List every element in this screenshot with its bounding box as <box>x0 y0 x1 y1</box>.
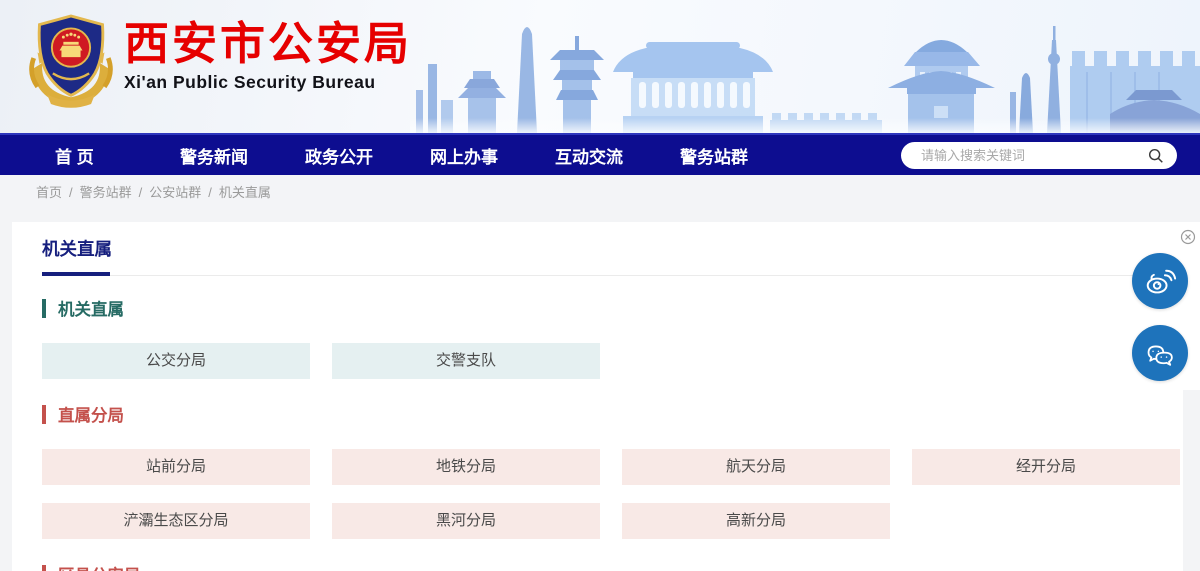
nav-item-3[interactable]: 网上办事 <box>430 143 555 168</box>
police-badge-logo <box>28 9 114 111</box>
page-title: 机关直属 <box>42 236 1183 261</box>
section-accent-bar <box>42 299 46 318</box>
title-active-bar <box>42 272 110 276</box>
unit-link-1-0[interactable]: 站前分局 <box>42 449 310 485</box>
section-2: 区县公安局 <box>12 562 1183 571</box>
weibo-icon <box>1142 263 1178 299</box>
content-card: 机关直属 机关直属公交分局交警支队直属分局站前分局地铁分局航天分局经开分局浐灞生… <box>12 222 1183 571</box>
page-root: 西安市公安局 Xi'an Public Security Bureau 首 页警… <box>0 0 1200 571</box>
search-icon[interactable] <box>1147 147 1165 165</box>
unit-link-0-1[interactable]: 交警支队 <box>332 343 600 379</box>
nav-item-1[interactable]: 警务新闻 <box>180 143 305 168</box>
section-grid: 站前分局地铁分局航天分局经开分局浐灞生态区分局黑河分局高新分局 <box>42 449 1183 539</box>
brand-text: 西安市公安局 Xi'an Public Security Bureau <box>124 9 412 93</box>
brand-block: 西安市公安局 Xi'an Public Security Bureau <box>28 9 412 111</box>
search-box[interactable] <box>901 142 1177 169</box>
search-input[interactable] <box>921 148 1147 163</box>
section-1: 直属分局站前分局地铁分局航天分局经开分局浐灞生态区分局黑河分局高新分局 <box>12 402 1183 539</box>
breadcrumb-item-2[interactable]: 公安站群 <box>149 185 201 200</box>
breadcrumb-item-1[interactable]: 警务站群 <box>80 185 132 200</box>
nav-item-2[interactable]: 政务公开 <box>305 143 430 168</box>
sections-container: 机关直属公交分局交警支队直属分局站前分局地铁分局航天分局经开分局浐灞生态区分局黑… <box>12 296 1183 571</box>
section-grid: 公交分局交警支队 <box>42 343 1183 379</box>
wechat-icon <box>1142 335 1178 371</box>
unit-link-1-2[interactable]: 航天分局 <box>622 449 890 485</box>
unit-link-1-3[interactable]: 经开分局 <box>912 449 1180 485</box>
section-title: 区县公安局 <box>58 562 141 571</box>
breadcrumb-separator: / <box>69 185 73 200</box>
site-subtitle: Xi'an Public Security Bureau <box>124 72 412 93</box>
breadcrumb-item-3: 机关直属 <box>219 185 271 200</box>
nav-item-4[interactable]: 互动交流 <box>555 143 680 168</box>
nav-item-0[interactable]: 首 页 <box>55 143 180 168</box>
unit-link-1-6[interactable]: 高新分局 <box>622 503 890 539</box>
nav-item-5[interactable]: 警务站群 <box>680 143 805 168</box>
unit-link-0-0[interactable]: 公交分局 <box>42 343 310 379</box>
breadcrumb-separator: / <box>139 185 143 200</box>
close-icon[interactable] <box>1180 229 1196 245</box>
section-title: 机关直属 <box>58 296 124 320</box>
section-header: 直属分局 <box>42 402 1183 426</box>
main-nav-items: 首 页警务新闻政务公开网上办事互动交流警务站群 <box>55 143 805 168</box>
section-header: 区县公安局 <box>42 562 1183 571</box>
breadcrumb: 首页 / 警务站群 / 公安站群 / 机关直属 <box>0 175 1200 210</box>
breadcrumb-item-0[interactable]: 首页 <box>36 185 62 200</box>
main-nav: 首 页警务新闻政务公开网上办事互动交流警务站群 <box>0 133 1200 175</box>
section-0: 机关直属公交分局交警支队 <box>12 296 1183 379</box>
unit-link-1-5[interactable]: 黑河分局 <box>332 503 600 539</box>
section-accent-bar <box>42 565 46 571</box>
site-title: 西安市公安局 <box>124 19 412 69</box>
site-header: 西安市公安局 Xi'an Public Security Bureau <box>0 0 1200 133</box>
section-title: 直属分局 <box>58 402 124 426</box>
wechat-share-button[interactable] <box>1132 325 1188 381</box>
city-skyline-illustration <box>410 2 1200 133</box>
unit-link-1-1[interactable]: 地铁分局 <box>332 449 600 485</box>
section-header: 机关直属 <box>42 296 1183 320</box>
share-panel <box>1183 222 1200 390</box>
breadcrumb-separator: / <box>208 185 212 200</box>
unit-link-1-4[interactable]: 浐灞生态区分局 <box>42 503 310 539</box>
weibo-share-button[interactable] <box>1132 253 1188 309</box>
section-accent-bar <box>42 405 46 424</box>
title-underline <box>42 272 1183 276</box>
